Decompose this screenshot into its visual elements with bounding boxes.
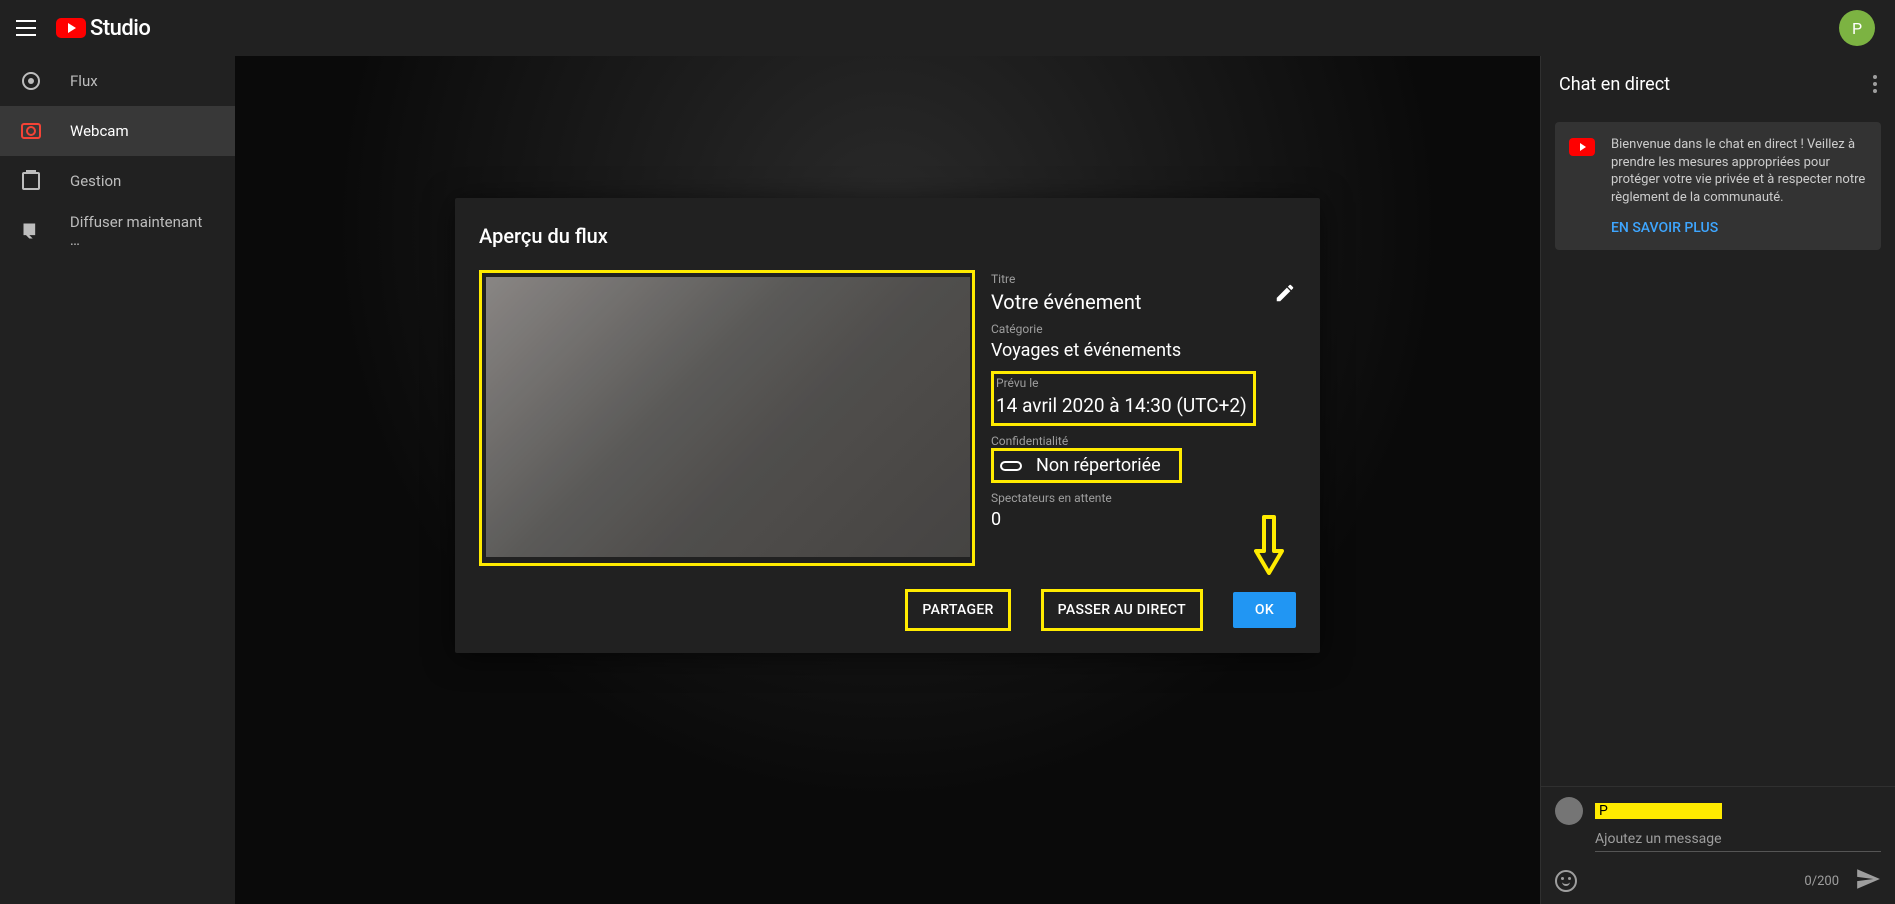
title-value: Votre événement [991, 290, 1296, 314]
menu-icon[interactable] [16, 16, 40, 40]
go-live-button[interactable]: PASSER AU DIRECT [1041, 589, 1203, 631]
send-icon[interactable] [1855, 866, 1881, 896]
chat-input-area: P Ajoutez un message 0/200 [1541, 786, 1895, 904]
chat-welcome-card: Bienvenue dans le chat en direct ! Veill… [1555, 122, 1881, 250]
stream-metadata: Titre Votre événement Catégorie Voyages … [987, 270, 1296, 566]
sidebar-item-flux[interactable]: Flux [0, 56, 235, 106]
category-label: Catégorie [991, 322, 1296, 336]
title-label: Titre [991, 272, 1296, 286]
app-header: Studio P [0, 0, 1895, 56]
user-name-redacted: P [1595, 803, 1722, 819]
sidebar-item-label: Diffuser maintenant … [70, 213, 215, 249]
youtube-icon [1569, 138, 1595, 156]
sidebar-item-label: Flux [70, 72, 98, 90]
center-stage: Aperçu du flux Titre Votre événement Cat… [235, 56, 1540, 904]
chat-messages [1541, 260, 1895, 786]
panel-button-row: PARTAGER PASSER AU DIRECT OK [905, 589, 1296, 631]
annotation-arrow-icon [1254, 515, 1284, 579]
welcome-text: Bienvenue dans le chat en direct ! Veill… [1611, 136, 1867, 206]
stream-icon [22, 72, 40, 90]
webcam-preview [486, 277, 970, 557]
scheduled-highlight: Prévu le 14 avril 2020 à 14:30 (UTC+2) [991, 371, 1256, 426]
calendar-icon [22, 172, 40, 190]
panel-title: Aperçu du flux [479, 224, 1296, 248]
emoji-icon[interactable] [1555, 870, 1577, 892]
chat-title: Chat en direct [1559, 74, 1670, 95]
webcam-preview-highlight [479, 270, 975, 566]
category-value: Voyages et événements [991, 340, 1296, 361]
viewers-label: Spectateurs en attente [991, 491, 1296, 505]
youtube-studio-logo[interactable]: Studio [56, 16, 150, 41]
user-avatar [1555, 797, 1583, 825]
youtube-play-icon [56, 18, 86, 38]
live-chat-panel: Chat en direct Bienvenue dans le chat en… [1540, 56, 1895, 904]
scheduled-label: Prévu le [996, 376, 1247, 390]
sidebar-item-diffuser[interactable]: Diffuser maintenant … [0, 206, 235, 256]
privacy-label: Confidentialité [991, 434, 1296, 448]
sidebar-item-label: Webcam [70, 122, 129, 140]
sidebar-item-label: Gestion [70, 172, 121, 190]
camera-icon [21, 123, 41, 139]
account-avatar[interactable]: P [1839, 10, 1875, 46]
link-icon [1000, 461, 1022, 471]
learn-more-link[interactable]: EN SAVOIR PLUS [1611, 220, 1867, 236]
sidebar-item-webcam[interactable]: Webcam [0, 106, 235, 156]
left-sidebar: Flux Webcam Gestion Diffuser maintenant … [0, 56, 235, 904]
broadcast-icon [20, 220, 42, 242]
more-options-icon[interactable] [1873, 75, 1877, 93]
viewers-value: 0 [991, 509, 1296, 530]
ok-button[interactable]: OK [1233, 592, 1296, 628]
char-counter: 0/200 [1804, 874, 1839, 889]
sidebar-item-gestion[interactable]: Gestion [0, 156, 235, 206]
scheduled-value: 14 avril 2020 à 14:30 (UTC+2) [996, 394, 1247, 417]
chat-header: Chat en direct [1541, 56, 1895, 112]
privacy-value: Non répertoriée [1036, 455, 1161, 476]
studio-label: Studio [90, 16, 150, 41]
privacy-highlight: Non répertoriée [991, 448, 1182, 483]
chat-message-input[interactable]: Ajoutez un message [1595, 831, 1881, 852]
share-button[interactable]: PARTAGER [905, 589, 1010, 631]
edit-icon[interactable] [1274, 282, 1296, 304]
stream-preview-panel: Aperçu du flux Titre Votre événement Cat… [455, 198, 1320, 653]
